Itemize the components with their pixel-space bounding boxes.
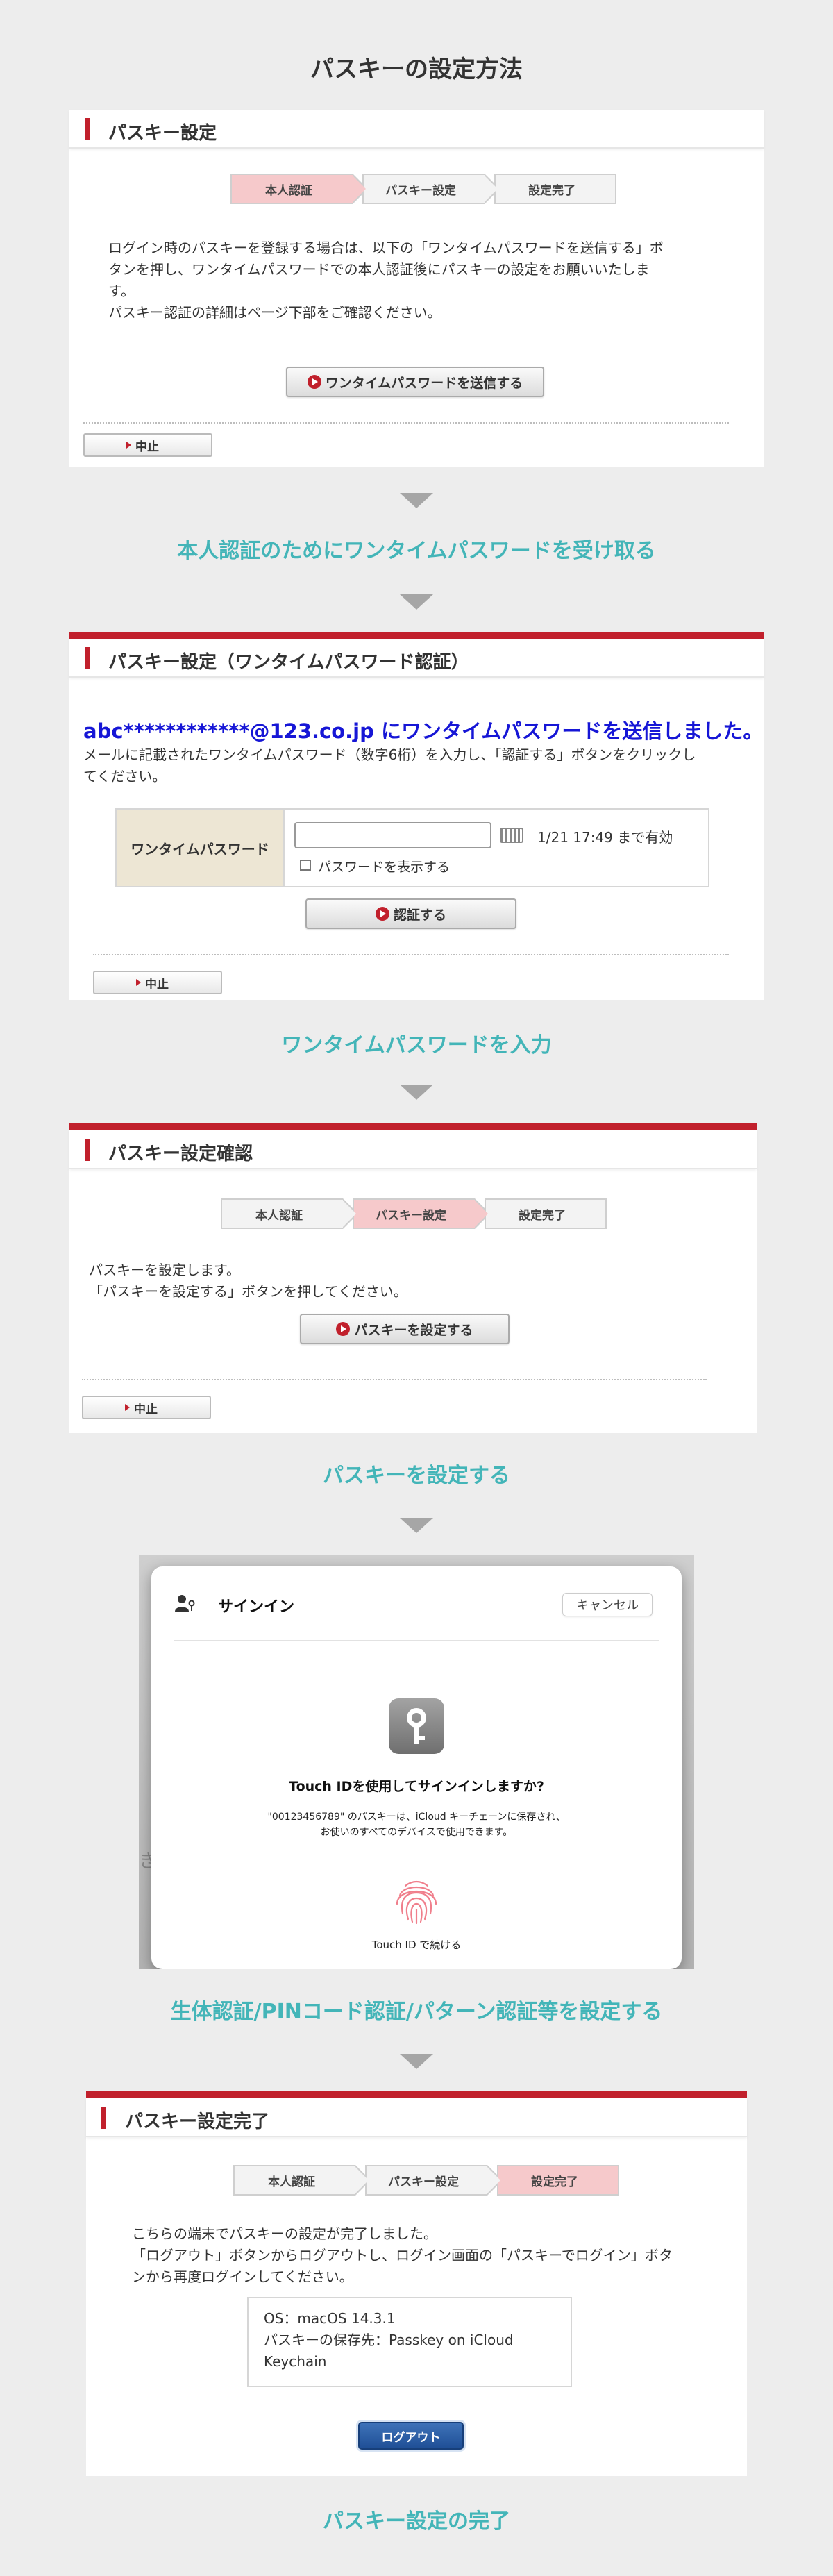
panel-header: パスキー設定完了 [86, 2098, 747, 2137]
step-identity: 本人認証 [233, 2165, 371, 2196]
arrow-down-icon [400, 1518, 433, 1533]
header-accent-bar [85, 1139, 90, 1161]
fingerprint-icon[interactable] [390, 1875, 443, 1927]
step-passkey: パスキー設定 [353, 1198, 490, 1229]
panel-header: パスキー設定 [69, 110, 764, 149]
step-caption: 本人認証のためにワンタイムパスワードを受け取る [177, 539, 656, 563]
panel-title: パスキー設定確認 [108, 1144, 253, 1164]
touchid-continue: Touch ID で続ける [371, 1939, 462, 1951]
touchid-note: "00123456789" のパスキーは、iCloud キーチェーンに保存され、 [267, 1812, 566, 1823]
step-caption: ワンタイムパスワードを入力 [281, 1033, 552, 1057]
progress-steps: 本人認証 パスキー設定 設定完了 [221, 1198, 607, 1229]
touchid-question: Touch IDを使用してサインインしますか? [289, 1779, 544, 1794]
otp-field-label: ワンタイムパスワード [117, 810, 285, 886]
step-complete: 設定完了 [485, 1198, 607, 1229]
device-info-box: OS：macOS 14.3.1 パスキーの保存先：Passkey on iClo… [247, 2297, 572, 2387]
arrow-down-icon [400, 1085, 433, 1100]
divider [93, 954, 729, 955]
page-title: パスキーの設定方法 [310, 56, 523, 83]
otp-field-cell: 1/21 17:49 まで有効 パスワードを表示する [285, 810, 708, 886]
step-caption: パスキーを設定する [323, 1464, 510, 1488]
set-passkey-button[interactable]: パスキーを設定する [300, 1314, 510, 1344]
logout-button[interactable]: ログアウト [358, 2422, 464, 2450]
header-accent-bar [85, 647, 90, 669]
step-caption: パスキー設定の完了 [323, 2509, 510, 2534]
passkey-setup-panel: パスキー設定 本人認証 パスキー設定 設定完了 ログイン時のパスキーを登録する場… [69, 110, 764, 467]
otp-instructions: メールに記載されたワンタイムパスワード（数字6桁）を入力し、「認証する」ボタンを… [83, 746, 696, 785]
panel-header: パスキー設定確認 [69, 1130, 757, 1169]
dialog-divider [174, 1640, 659, 1641]
dialog-cancel-button[interactable]: キャンセル [562, 1593, 653, 1616]
panel-title: パスキー設定（ワンタイムパスワード認証） [108, 652, 469, 673]
verify-button[interactable]: 認証する [305, 898, 516, 929]
step-complete: 設定完了 [497, 2165, 619, 2196]
otp-expiry: 1/21 17:49 まで有効 [537, 829, 673, 846]
play-icon [375, 907, 389, 921]
triangle-icon [126, 442, 131, 449]
cancel-button[interactable]: 中止 [93, 971, 222, 994]
step-passkey: パスキー設定 [365, 2165, 503, 2196]
header-accent-bar [85, 118, 90, 140]
divider [82, 1379, 707, 1380]
otp-sent-message: abc************@123.co.jp にワンタイムパスワードを送信… [83, 719, 764, 743]
instructions: ログイン時のパスキーを登録する場合は、以下の「ワンタイムパスワードを送信する」ボ… [108, 240, 664, 321]
step-caption: 生体認証/PINコード認証/パターン認証等を設定する [170, 2000, 663, 2024]
progress-steps: 本人認証 パスキー設定 設定完了 [230, 174, 616, 204]
step-identity: 本人認証 [221, 1198, 358, 1229]
arrow-down-icon [400, 2054, 433, 2069]
otp-form-table: ワンタイムパスワード 1/21 17:49 まで有効 パスワードを表示する [115, 808, 709, 887]
panel-title: パスキー設定 [108, 123, 217, 144]
arrow-down-icon [400, 493, 433, 508]
progress-steps: 本人認証 パスキー設定 設定完了 [233, 2165, 619, 2196]
key-icon [389, 1698, 444, 1754]
step-identity: 本人認証 [230, 174, 368, 204]
person-key-icon [175, 1595, 195, 1612]
passkey-complete-panel: パスキー設定完了 本人認証 パスキー設定 設定完了 こちらの端末でパスキーの設定… [86, 2091, 747, 2476]
touchid-screenshot: き サインイン キャンセル Touch IDを使用してサインインしますか? "0… [139, 1555, 694, 1969]
step-passkey: パスキー設定 [362, 174, 500, 204]
divider [83, 422, 729, 424]
signin-title: サインイン [218, 1598, 295, 1616]
panel-header: パスキー設定（ワンタイムパスワード認証） [69, 639, 764, 678]
play-icon [307, 375, 321, 389]
cancel-button[interactable]: 中止 [83, 433, 212, 457]
step-complete: 設定完了 [494, 174, 616, 204]
complete-instructions: こちらの端末でパスキーの設定が完了しました。 「ログアウト」ボタンからログアウト… [132, 2225, 673, 2285]
show-password-label[interactable]: パスワードを表示する [318, 857, 450, 876]
cancel-button[interactable]: 中止 [82, 1396, 211, 1419]
otp-auth-panel: パスキー設定（ワンタイムパスワード認証） abc************@123… [69, 632, 764, 1000]
touchid-note: お使いのすべてのデバイスで使用できます。 [320, 1827, 513, 1838]
show-password-checkbox[interactable] [300, 860, 311, 871]
keyboard-icon[interactable] [500, 828, 523, 843]
triangle-icon [136, 979, 141, 986]
play-icon [336, 1322, 351, 1336]
arrow-down-icon [400, 594, 433, 610]
confirm-instructions: パスキーを設定します。 「パスキーを設定する」ボタンを押してください。 [89, 1262, 407, 1300]
passkey-confirm-panel: パスキー設定確認 本人認証 パスキー設定 設定完了 パスキーを設定します。 「パ… [69, 1123, 757, 1433]
otp-input[interactable] [294, 822, 491, 848]
signin-dialog: サインイン キャンセル Touch IDを使用してサインインしますか? "001… [151, 1566, 682, 1969]
header-accent-bar [101, 2107, 106, 2129]
triangle-icon [125, 1404, 130, 1411]
send-otp-button[interactable]: ワンタイムパスワードを送信する [286, 367, 544, 397]
panel-title: パスキー設定完了 [125, 2111, 270, 2132]
